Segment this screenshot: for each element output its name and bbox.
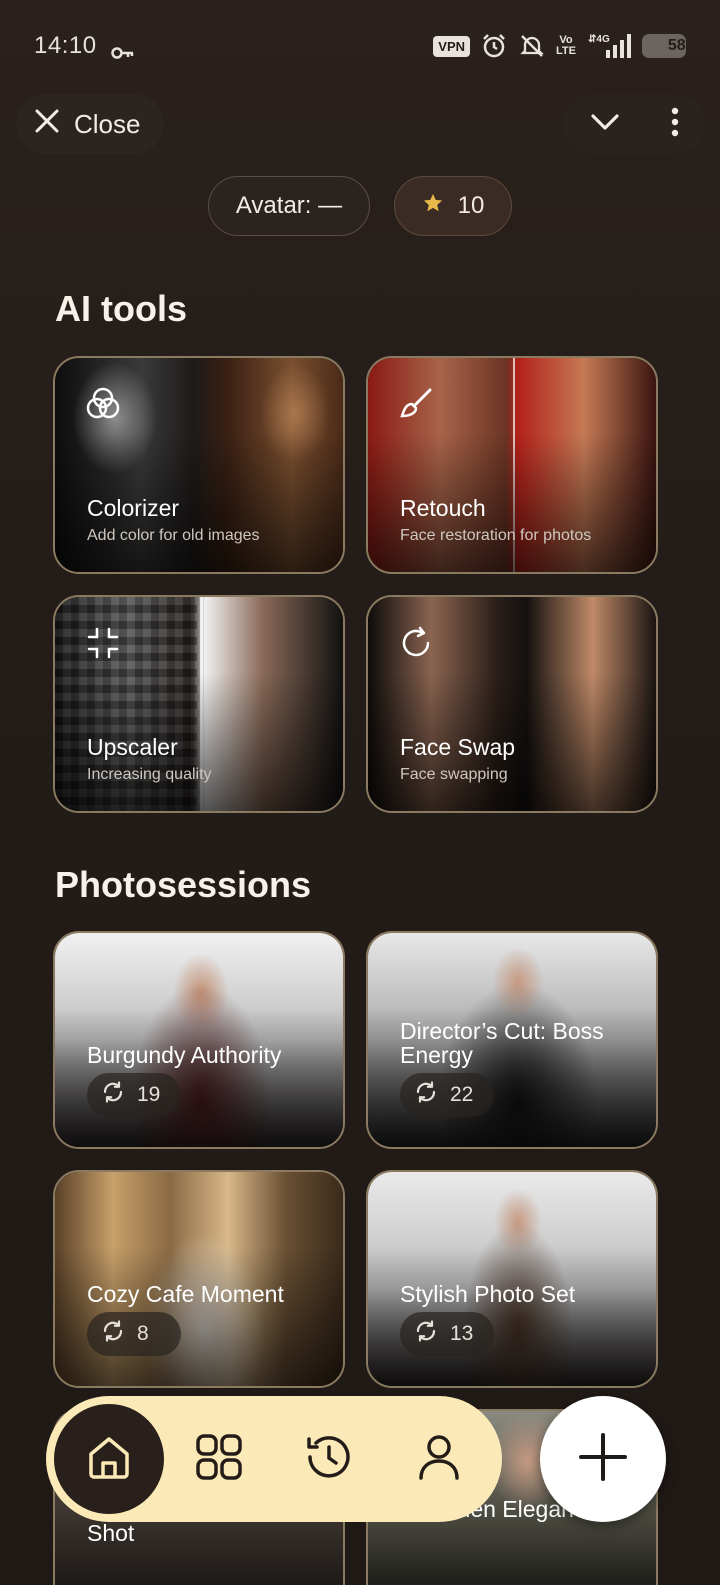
volte-bottom: LTE bbox=[556, 45, 576, 57]
create-button[interactable] bbox=[540, 1396, 666, 1522]
status-bar: 14:10 VPN Vo LTE ⇵4G 58 bbox=[0, 0, 720, 92]
tool-subtitle: Add color for old images bbox=[87, 527, 260, 544]
bottom-nav bbox=[46, 1396, 502, 1522]
battery-indicator: 58 bbox=[642, 34, 686, 58]
tool-subtitle: Increasing quality bbox=[87, 766, 212, 783]
session-count: 22 bbox=[450, 1083, 474, 1106]
session-count-pill: 8 bbox=[87, 1312, 181, 1356]
tool-subtitle: Face restoration for photos bbox=[400, 527, 592, 544]
top-actions bbox=[564, 94, 704, 154]
tool-title: Colorizer bbox=[87, 495, 180, 521]
tool-title: Retouch bbox=[400, 495, 486, 521]
tool-card-upscaler[interactable]: Upscaler Increasing quality bbox=[53, 595, 345, 813]
close-label: Close bbox=[74, 108, 141, 139]
photosession-card-directors-cut[interactable]: Director’s Cut: Boss Energy 22 bbox=[366, 931, 658, 1149]
photosession-card-cozy-cafe-moment[interactable]: Cozy Cafe Moment 8 bbox=[53, 1170, 345, 1388]
photosessions-title: Photosessions bbox=[55, 864, 312, 905]
photosession-card-stylish-photo-set[interactable]: Stylish Photo Set 13 bbox=[366, 1170, 658, 1388]
alarm-icon bbox=[480, 32, 508, 60]
session-count: 19 bbox=[137, 1083, 161, 1106]
plus-icon bbox=[577, 1431, 629, 1488]
avatar-label: Avatar: — bbox=[235, 192, 343, 219]
session-count-pill: 19 bbox=[87, 1073, 181, 1117]
star-icon bbox=[422, 192, 444, 221]
sync-icon bbox=[414, 1319, 438, 1349]
session-title: Shot bbox=[87, 1520, 135, 1546]
expand-icon bbox=[85, 625, 121, 661]
session-title: Stylish Photo Set bbox=[400, 1281, 576, 1307]
status-time: 14:10 bbox=[34, 32, 97, 59]
avatar-selector[interactable]: Avatar: — bbox=[208, 176, 370, 236]
nav-history[interactable] bbox=[274, 1404, 384, 1514]
brush-icon bbox=[398, 386, 434, 422]
tool-title: Upscaler bbox=[87, 734, 178, 760]
volte-indicator: Vo LTE bbox=[556, 35, 576, 57]
svg-text:⇵4G: ⇵4G bbox=[588, 34, 610, 45]
nav-catalog[interactable] bbox=[164, 1404, 274, 1514]
colorizer-icon bbox=[85, 386, 121, 422]
session-title: Director’s Cut: Boss Energy bbox=[400, 1018, 604, 1068]
tool-subtitle: Face swapping bbox=[400, 766, 508, 783]
history-icon bbox=[304, 1432, 354, 1487]
session-count: 8 bbox=[137, 1322, 149, 1345]
nav-profile[interactable] bbox=[384, 1404, 494, 1514]
sync-icon bbox=[101, 1080, 125, 1110]
vpn-badge: VPN bbox=[433, 35, 471, 57]
session-title: Burgundy Authority bbox=[87, 1042, 282, 1068]
battery-level: 58 bbox=[667, 37, 686, 54]
close-icon bbox=[34, 108, 60, 141]
status-icons: VPN Vo LTE ⇵4G 58 bbox=[433, 32, 686, 60]
card-shade bbox=[55, 1172, 343, 1386]
header-pills: Avatar: — 10 bbox=[0, 176, 720, 236]
session-count-pill: 13 bbox=[400, 1312, 494, 1356]
more-options-icon[interactable] bbox=[671, 107, 679, 142]
credits-count: 10 bbox=[457, 192, 485, 219]
tool-card-colorizer[interactable]: Colorizer Add color for old images bbox=[53, 356, 345, 574]
profile-icon bbox=[414, 1432, 464, 1487]
sync-icon bbox=[414, 1080, 438, 1110]
chevron-down-icon[interactable] bbox=[590, 112, 620, 137]
mute-icon bbox=[518, 32, 546, 60]
tool-title: Face Swap bbox=[400, 734, 516, 760]
tool-card-retouch[interactable]: Retouch Face restoration for photos bbox=[366, 356, 658, 574]
sync-icon bbox=[101, 1319, 125, 1349]
credits-badge[interactable]: 10 bbox=[394, 176, 512, 236]
card-shade bbox=[55, 933, 343, 1147]
close-button[interactable]: Close bbox=[16, 94, 164, 154]
tool-card-face-swap[interactable]: Face Swap Face swapping bbox=[366, 595, 658, 813]
nav-home[interactable] bbox=[54, 1404, 164, 1514]
key-icon bbox=[110, 39, 135, 59]
session-count: 13 bbox=[450, 1322, 474, 1345]
session-count-pill: 22 bbox=[400, 1073, 494, 1117]
card-shade bbox=[368, 1172, 656, 1386]
refresh-icon bbox=[398, 625, 434, 661]
ai-tools-title: AI tools bbox=[55, 288, 187, 329]
session-title: Cozy Cafe Moment bbox=[87, 1281, 284, 1307]
photosession-card-burgundy-authority[interactable]: Burgundy Authority 19 bbox=[53, 931, 345, 1149]
grid-icon bbox=[194, 1432, 244, 1487]
home-icon bbox=[84, 1432, 134, 1487]
signal-icon: ⇵4G bbox=[586, 32, 632, 60]
